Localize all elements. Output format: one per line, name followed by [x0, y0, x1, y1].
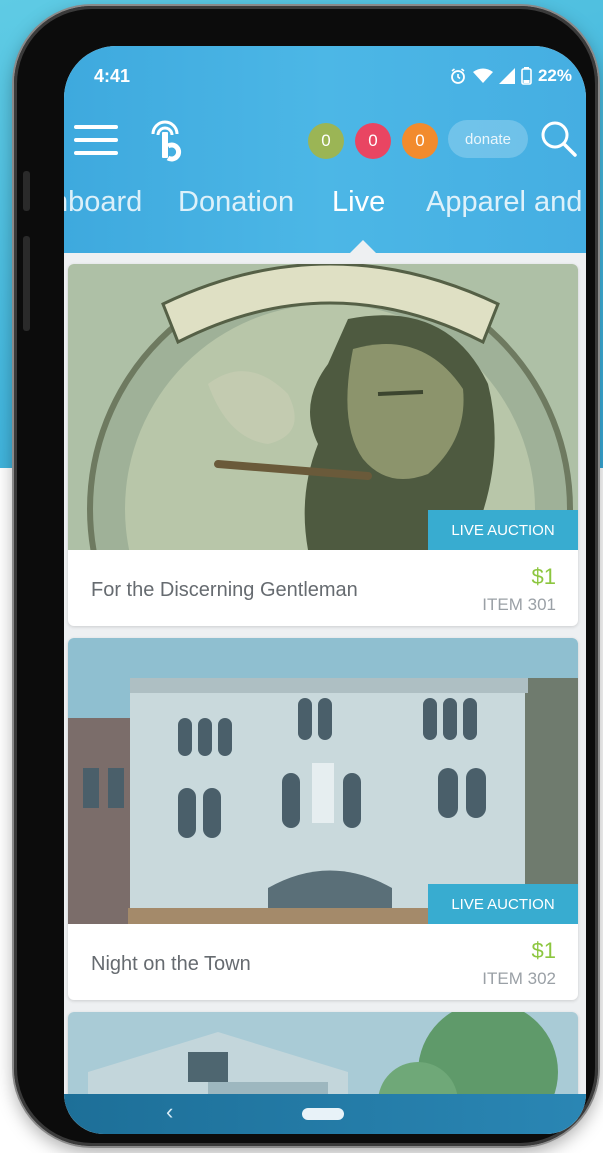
phone-side-button — [23, 171, 30, 211]
live-auction-tag: LIVE AUCTION — [428, 884, 578, 924]
item-price: $1 — [531, 564, 556, 589]
hamburger-icon[interactable] — [74, 125, 118, 157]
item-image — [68, 638, 578, 924]
auction-item-card[interactable]: LIVE AUCTION For the Discerning Gentlema… — [68, 264, 578, 626]
search-icon[interactable] — [538, 118, 578, 158]
status-icons: 22% — [449, 66, 572, 86]
live-auction-tag: LIVE AUCTION — [428, 510, 578, 550]
item-price: $1 — [531, 938, 556, 963]
tab-apparel[interactable]: Apparel and — [426, 186, 582, 219]
phone-volume-button — [23, 236, 30, 331]
android-navigation-bar: ‹ — [64, 1094, 586, 1134]
app-logo — [151, 120, 182, 162]
back-icon[interactable]: ‹ — [166, 1099, 173, 1125]
wifi-icon — [472, 68, 493, 83]
category-tabs: nboard Donation Live Apparel and — [64, 186, 586, 236]
cellular-signal-icon — [498, 68, 515, 84]
badge-count-red[interactable]: 0 — [355, 123, 391, 159]
item-number: ITEM 301 — [482, 595, 556, 614]
badge-count-green[interactable]: 0 — [308, 123, 344, 159]
tab-live[interactable]: Live — [332, 186, 385, 219]
donate-button[interactable]: donate — [448, 120, 528, 158]
phone-frame: 4:41 22% 0 0 0 donate board Donation Liv… — [14, 6, 598, 1146]
item-title: Night on the Town — [91, 953, 251, 975]
item-title: For the Discerning Gentleman — [91, 579, 358, 601]
active-tab-indicator — [350, 240, 376, 253]
battery-percent: 22% — [537, 66, 572, 85]
status-time: 4:41 — [94, 66, 131, 86]
battery-icon — [521, 67, 532, 85]
badge-count-orange[interactable]: 0 — [402, 123, 438, 159]
app-screen: 4:41 22% 0 0 0 donate board Donation Liv… — [64, 46, 586, 1134]
item-image — [68, 264, 578, 550]
tab-dashboard[interactable]: nboard — [64, 186, 142, 219]
auction-item-card[interactable]: LIVE AUCTION Night on the Town $1 ITEM 3… — [68, 638, 578, 1000]
app-header: 4:41 22% 0 0 0 donate board Donation Liv… — [64, 46, 586, 253]
tab-donation[interactable]: Donation — [178, 186, 294, 219]
item-number: ITEM 302 — [482, 969, 556, 988]
home-pill-icon[interactable] — [302, 1108, 344, 1120]
alarm-icon — [451, 68, 465, 84]
